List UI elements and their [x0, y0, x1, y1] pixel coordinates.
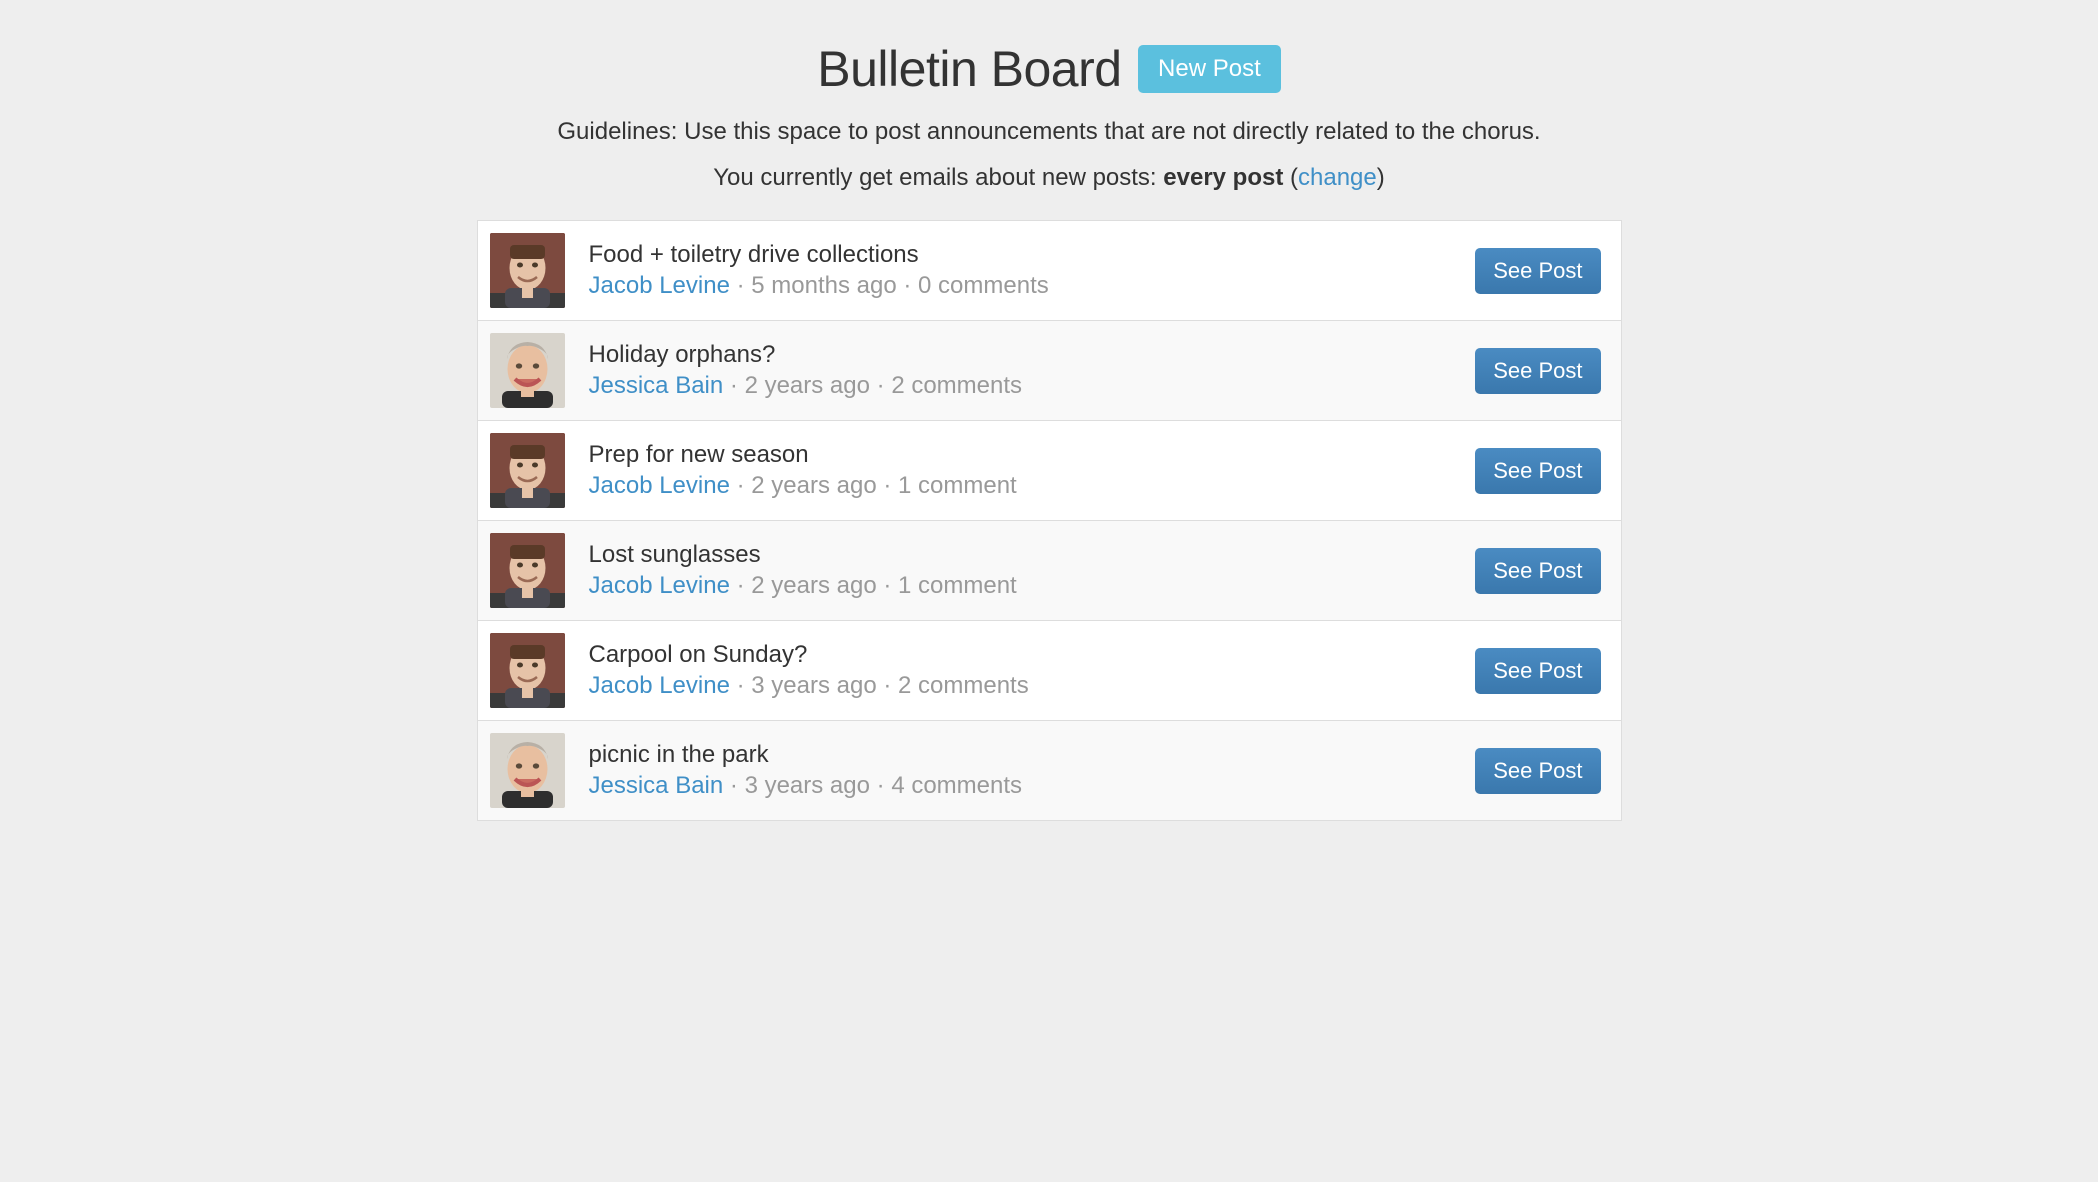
post-comments-count: 2 comments — [898, 672, 1029, 699]
see-post-button[interactable]: See Post — [1475, 348, 1600, 394]
see-post-button[interactable]: See Post — [1475, 748, 1600, 794]
post-body: Lost sunglasses Jacob Levine · 2 years ag… — [589, 541, 1456, 600]
post-title: picnic in the park — [589, 741, 1456, 769]
close-paren: ) — [1377, 164, 1385, 191]
post-author-link[interactable]: Jacob Levine — [589, 572, 730, 599]
post-row: Food + toiletry drive collections Jacob L… — [478, 221, 1621, 321]
separator: · — [877, 672, 898, 699]
post-time: 2 years ago — [745, 372, 870, 399]
post-comments-count: 0 comments — [918, 272, 1049, 299]
post-author-link[interactable]: Jacob Levine — [589, 472, 730, 499]
post-body: Prep for new season Jacob Levine · 2 year… — [589, 441, 1456, 500]
email-preference: You currently get emails about new posts… — [477, 164, 1622, 192]
post-row: Prep for new season Jacob Levine · 2 year… — [478, 421, 1621, 521]
separator: · — [730, 572, 751, 599]
post-row: picnic in the park Jessica Bain · 3 years… — [478, 721, 1621, 821]
post-body: Food + toiletry drive collections Jacob L… — [589, 241, 1456, 300]
post-meta: Jessica Bain · 3 years ago · 4 comments — [589, 772, 1456, 800]
post-list: Food + toiletry drive collections Jacob L… — [477, 220, 1622, 821]
post-author-link[interactable]: Jessica Bain — [589, 372, 724, 399]
post-row: Holiday orphans? Jessica Bain · 2 years a… — [478, 321, 1621, 421]
separator: · — [877, 572, 898, 599]
guidelines-text: Guidelines: Use this space to post annou… — [477, 118, 1622, 146]
post-comments-count: 4 comments — [891, 772, 1022, 799]
change-email-pref-link[interactable]: change — [1298, 164, 1377, 191]
post-time: 2 years ago — [751, 572, 876, 599]
post-comments-count: 2 comments — [891, 372, 1022, 399]
separator: · — [897, 272, 918, 299]
post-author-link[interactable]: Jacob Levine — [589, 272, 730, 299]
separator: · — [870, 772, 891, 799]
separator: · — [870, 372, 891, 399]
open-paren: ( — [1283, 164, 1298, 191]
post-author-link[interactable]: Jessica Bain — [589, 772, 724, 799]
email-pref-prefix: You currently get emails about new posts… — [713, 164, 1163, 191]
new-post-button[interactable]: New Post — [1138, 45, 1281, 93]
post-meta: Jacob Levine · 5 months ago · 0 comments — [589, 272, 1456, 300]
post-time: 3 years ago — [751, 672, 876, 699]
avatar[interactable] — [490, 233, 565, 308]
see-post-button[interactable]: See Post — [1475, 448, 1600, 494]
avatar[interactable] — [490, 533, 565, 608]
post-meta: Jacob Levine · 2 years ago · 1 comment — [589, 572, 1456, 600]
see-post-button[interactable]: See Post — [1475, 248, 1600, 294]
separator: · — [730, 672, 751, 699]
separator: · — [723, 372, 744, 399]
post-time: 5 months ago — [751, 272, 896, 299]
post-title: Prep for new season — [589, 441, 1456, 469]
email-pref-frequency: every post — [1163, 164, 1283, 191]
separator: · — [877, 472, 898, 499]
post-meta: Jacob Levine · 2 years ago · 1 comment — [589, 472, 1456, 500]
avatar[interactable] — [490, 733, 565, 808]
post-author-link[interactable]: Jacob Levine — [589, 672, 730, 699]
post-body: picnic in the park Jessica Bain · 3 years… — [589, 741, 1456, 800]
bulletin-board-page: Bulletin Board New Post Guidelines: Use … — [477, 0, 1622, 821]
page-title: Bulletin Board — [817, 40, 1121, 98]
avatar[interactable] — [490, 433, 565, 508]
see-post-button[interactable]: See Post — [1475, 548, 1600, 594]
post-body: Carpool on Sunday? Jacob Levine · 3 years… — [589, 641, 1456, 700]
avatar[interactable] — [490, 333, 565, 408]
post-body: Holiday orphans? Jessica Bain · 2 years a… — [589, 341, 1456, 400]
post-title: Holiday orphans? — [589, 341, 1456, 369]
post-meta: Jacob Levine · 3 years ago · 2 comments — [589, 672, 1456, 700]
post-title: Lost sunglasses — [589, 541, 1456, 569]
post-title: Food + toiletry drive collections — [589, 241, 1456, 269]
separator: · — [730, 272, 751, 299]
avatar[interactable] — [490, 633, 565, 708]
see-post-button[interactable]: See Post — [1475, 648, 1600, 694]
post-time: 2 years ago — [751, 472, 876, 499]
post-comments-count: 1 comment — [898, 472, 1017, 499]
post-title: Carpool on Sunday? — [589, 641, 1456, 669]
post-comments-count: 1 comment — [898, 572, 1017, 599]
post-row: Carpool on Sunday? Jacob Levine · 3 years… — [478, 621, 1621, 721]
post-time: 3 years ago — [745, 772, 870, 799]
post-row: Lost sunglasses Jacob Levine · 2 years ag… — [478, 521, 1621, 621]
separator: · — [723, 772, 744, 799]
post-meta: Jessica Bain · 2 years ago · 2 comments — [589, 372, 1456, 400]
page-header: Bulletin Board New Post — [477, 40, 1622, 98]
separator: · — [730, 472, 751, 499]
